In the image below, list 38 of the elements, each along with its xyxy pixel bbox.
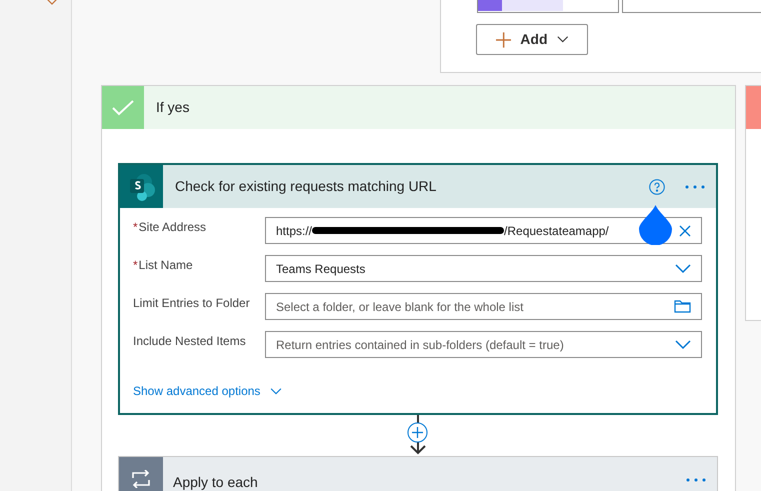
dropdown-field[interactable]: Return entries contained in sub-folders (default = true) bbox=[265, 331, 702, 358]
branch-title: If yes bbox=[156, 98, 190, 117]
field-placeholder: Return entries contained in sub-folders (default = true) bbox=[276, 336, 564, 354]
more-options-icon[interactable] bbox=[685, 184, 705, 188]
more-options-icon[interactable] bbox=[686, 478, 706, 482]
dropdown-field[interactable]: Teams Requests bbox=[265, 255, 702, 282]
field-value: Teams Requests bbox=[276, 260, 366, 278]
input-field[interactable]: Select a folder, or leave blank for the whole list bbox=[265, 293, 702, 320]
chevron-down-icon bbox=[556, 36, 568, 43]
token-field[interactable] bbox=[477, 0, 619, 13]
drop-marker-icon bbox=[639, 205, 672, 245]
chevron-down-icon bbox=[270, 388, 282, 394]
add-step-icon[interactable] bbox=[407, 422, 428, 443]
field-value: https:// bbox=[276, 222, 312, 240]
chevron-down-icon bbox=[675, 264, 691, 274]
clear-icon[interactable] bbox=[679, 224, 691, 236]
field-label-text: Include Nested Items bbox=[133, 334, 246, 348]
operator-field[interactable] bbox=[622, 0, 761, 13]
field-label-text: Limit Entries to Folder bbox=[133, 296, 250, 310]
chevron-down-icon[interactable] bbox=[46, 0, 58, 6]
action-title: Check for existing requests matching URL bbox=[175, 177, 438, 196]
field-label-text: List Name bbox=[138, 258, 193, 272]
loop-title: Apply to each bbox=[173, 473, 259, 491]
plus-icon bbox=[496, 32, 512, 48]
loop-icon bbox=[130, 470, 152, 488]
field-value: /Requestateamapp/ bbox=[504, 222, 609, 240]
required-mark: * bbox=[133, 258, 138, 272]
add-button[interactable]: Add bbox=[476, 24, 588, 55]
field-placeholder: Select a folder, or leave blank for the whole list bbox=[276, 298, 524, 316]
input-field[interactable]: https:// /Requestateamapp/ bbox=[265, 217, 702, 244]
required-mark: * bbox=[133, 220, 138, 234]
help-icon[interactable] bbox=[649, 178, 665, 194]
chevron-down-icon bbox=[675, 340, 691, 350]
checkmark-icon bbox=[112, 100, 134, 116]
folder-icon[interactable] bbox=[674, 300, 691, 313]
show-advanced-options-link[interactable]: Show advanced options bbox=[133, 382, 282, 400]
field-label-text: Site Address bbox=[138, 220, 206, 234]
connector-arrow bbox=[408, 415, 428, 455]
